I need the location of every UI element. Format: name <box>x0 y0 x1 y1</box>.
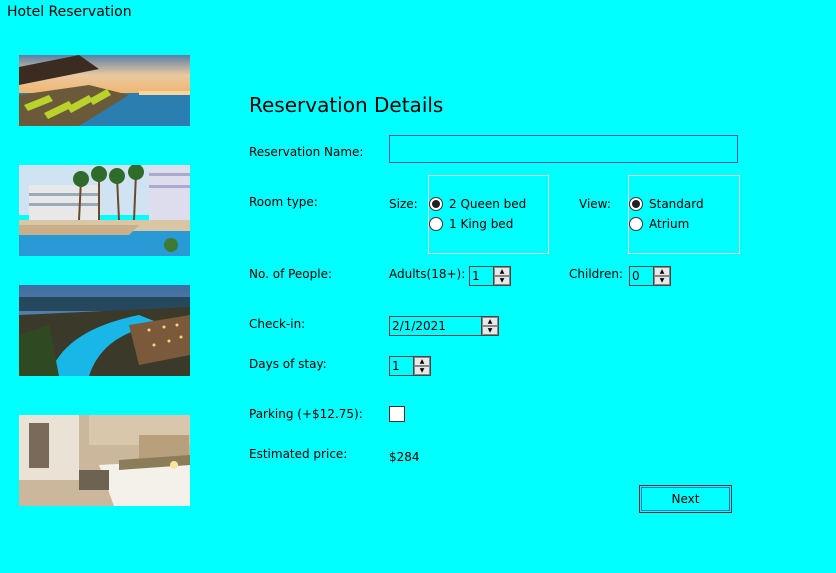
days-stepper[interactable]: 1 ▲ ▼ <box>389 356 431 376</box>
children-value: 0 <box>632 269 640 283</box>
pool-lounge-photo <box>19 55 190 126</box>
radio-unselected-icon <box>429 217 443 231</box>
down-arrow-icon[interactable]: ▼ <box>482 326 498 335</box>
size-option-label: 1 King bed <box>449 217 514 231</box>
days-label: Days of stay: <box>249 357 327 371</box>
page-heading: Reservation Details <box>249 93 444 117</box>
checkin-label: Check-in: <box>249 317 306 331</box>
next-button[interactable]: Next <box>639 485 732 513</box>
down-arrow-icon[interactable]: ▼ <box>494 276 510 285</box>
up-arrow-icon[interactable]: ▲ <box>482 317 498 326</box>
view-option-standard[interactable]: Standard <box>629 197 704 211</box>
room-type-label: Room type: <box>249 195 318 209</box>
radio-unselected-icon <box>629 217 643 231</box>
up-arrow-icon[interactable]: ▲ <box>654 267 670 276</box>
reservation-name-input[interactable] <box>389 135 738 163</box>
up-arrow-icon[interactable]: ▲ <box>414 357 430 366</box>
children-label: Children: <box>569 267 623 281</box>
window-title: Hotel Reservation <box>7 4 132 20</box>
checkin-value: 2/1/2021 <box>392 319 446 333</box>
resort-night-photo <box>19 285 190 376</box>
up-arrow-icon[interactable]: ▲ <box>494 267 510 276</box>
estimated-price-label: Estimated price: <box>249 447 348 461</box>
people-label: No. of People: <box>249 267 333 281</box>
checkin-date-picker[interactable]: 2/1/2021 ▲ ▼ <box>389 316 499 336</box>
reservation-name-label: Reservation Name: <box>249 145 364 159</box>
view-option-atrium[interactable]: Atrium <box>629 217 689 231</box>
view-option-label: Standard <box>649 197 704 211</box>
view-label: View: <box>579 197 611 211</box>
next-button-label: Next <box>671 492 700 506</box>
size-group <box>428 175 549 254</box>
size-label: Size: <box>389 197 418 211</box>
days-value: 1 <box>392 359 400 373</box>
down-arrow-icon[interactable]: ▼ <box>414 366 430 375</box>
parking-label: Parking (+$12.75): <box>249 407 363 421</box>
palm-pool-photo <box>19 165 190 256</box>
size-option-label: 2 Queen bed <box>449 197 527 211</box>
adults-label: Adults(18+): <box>389 267 466 281</box>
estimated-price-value: $284 <box>389 450 420 464</box>
size-option-1-king[interactable]: 1 King bed <box>429 217 513 231</box>
hotel-room-photo <box>19 415 190 506</box>
parking-checkbox[interactable] <box>389 406 405 422</box>
view-group <box>628 175 740 254</box>
view-option-label: Atrium <box>649 217 690 231</box>
radio-selected-icon <box>429 197 443 211</box>
adults-stepper[interactable]: 1 ▲ ▼ <box>469 266 511 286</box>
down-arrow-icon[interactable]: ▼ <box>654 276 670 285</box>
children-stepper[interactable]: 0 ▲ ▼ <box>629 266 671 286</box>
adults-value: 1 <box>472 269 480 283</box>
size-option-2-queen[interactable]: 2 Queen bed <box>429 197 526 211</box>
radio-selected-icon <box>629 197 643 211</box>
